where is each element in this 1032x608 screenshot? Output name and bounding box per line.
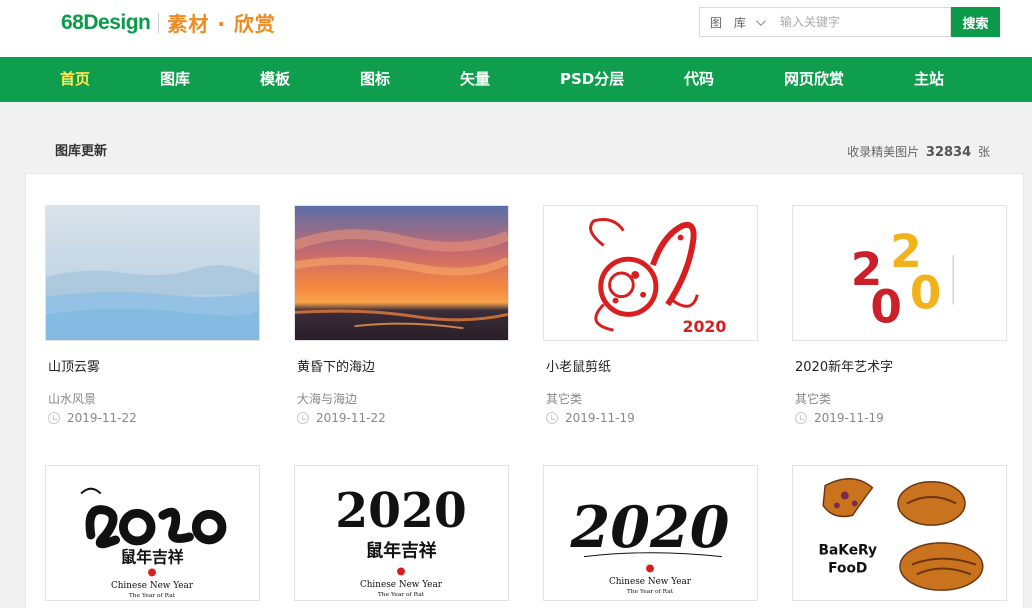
- section-title: 图库更新: [55, 144, 108, 159]
- logo-divider: [158, 12, 160, 33]
- clock-icon: [795, 412, 807, 424]
- count-value: 32834: [925, 145, 972, 160]
- card-title[interactable]: 小老鼠剪纸: [546, 356, 611, 375]
- clock-icon: [48, 412, 60, 424]
- search-category-label: 图 库: [710, 15, 750, 30]
- cny-text: Chinese New Year: [360, 580, 443, 590]
- card-date: 2019-11-19: [795, 411, 884, 425]
- nav-item-icons[interactable]: 图标: [360, 57, 390, 102]
- card-date-text: 2019-11-22: [316, 411, 386, 425]
- mountain-mist-photo[interactable]: [45, 205, 260, 341]
- nav-item-psd[interactable]: PSD分层: [560, 57, 624, 102]
- search-button[interactable]: 搜索: [951, 7, 1000, 37]
- year-2020-text: 2020: [335, 484, 467, 539]
- count-prefix: 收录精美图片: [847, 145, 920, 159]
- gallery-card[interactable]: 2020 小老鼠剪纸 其它类 2019-11-19: [543, 205, 758, 425]
- logo-main-text: 68Design: [61, 10, 151, 34]
- gallery-panel: 山顶云雾 山水风景 2019-11-22 黄昏下的海边 大海与海边 2019-1…: [25, 173, 1024, 608]
- chevron-down-icon: [755, 15, 766, 26]
- main-nav: 首页 图库 模板 图标 矢量 PSD分层 代码 网页欣赏 主站: [0, 57, 1032, 102]
- year-2020-text: 2020: [683, 317, 727, 336]
- nav-item-templates[interactable]: 模板: [260, 57, 290, 102]
- image-count: 收录精美图片 32834 张: [847, 143, 990, 160]
- bakery-text: BaKeRy: [818, 543, 877, 559]
- rat-papercut[interactable]: 2020: [543, 205, 758, 341]
- logo-sub-text: 素材 · 欣赏: [167, 12, 276, 36]
- year-of-rat-text: The Year of Rat: [129, 593, 176, 599]
- food-text: FooD: [828, 560, 867, 576]
- gallery-card[interactable]: 鼠年吉祥 Chinese New Year The Year of Rat: [45, 465, 260, 601]
- card-title[interactable]: 山顶云雾: [48, 356, 100, 375]
- clock-icon: [546, 412, 558, 424]
- blessing-text: 鼠年吉祥: [366, 540, 437, 562]
- site-header: 68Design 素材 · 欣赏 图 库 搜索: [0, 0, 1032, 57]
- nav-item-web-showcase[interactable]: 网页欣赏: [784, 57, 844, 102]
- clock-icon: [297, 412, 309, 424]
- rat-2020-calligraphy-1[interactable]: 鼠年吉祥 Chinese New Year The Year of Rat: [45, 465, 260, 601]
- card-category[interactable]: 大海与海边: [297, 390, 357, 407]
- card-title[interactable]: 2020新年艺术字: [795, 356, 893, 375]
- search-category-select[interactable]: 图 库: [700, 8, 770, 36]
- card-date: 2019-11-22: [297, 411, 386, 425]
- gallery-card[interactable]: 黄昏下的海边 大海与海边 2019-11-22: [294, 205, 509, 425]
- count-suffix: 张: [977, 145, 990, 159]
- site-logo[interactable]: 68Design 素材 · 欣赏: [61, 8, 276, 37]
- gallery-card[interactable]: 2020 鼠年吉祥 Chinese New Year The Year of R…: [294, 465, 509, 601]
- cny-text: Chinese New Year: [111, 581, 194, 591]
- nav-item-code[interactable]: 代码: [684, 57, 714, 102]
- 2020-art-text[interactable]: 2 2 0 0: [792, 205, 1007, 341]
- nav-item-vector[interactable]: 矢量: [460, 57, 490, 102]
- card-date-text: 2019-11-22: [67, 411, 137, 425]
- svg-text:0: 0: [910, 266, 942, 319]
- card-title[interactable]: 黄昏下的海边: [297, 356, 375, 375]
- year-2020-text: 2020: [570, 494, 730, 561]
- search-bar: 图 库 搜索: [699, 7, 1000, 37]
- card-category[interactable]: 其它类: [546, 390, 582, 407]
- gallery-card[interactable]: 山顶云雾 山水风景 2019-11-22: [45, 205, 260, 425]
- nav-item-gallery[interactable]: 图库: [160, 57, 190, 102]
- svg-text:0: 0: [870, 280, 902, 333]
- rat-2020-calligraphy-3[interactable]: 2020 Chinese New Year The Year of Rat: [543, 465, 758, 601]
- blessing-text: 鼠年吉祥: [121, 548, 184, 567]
- search-box: 图 库: [699, 7, 951, 37]
- sunset-sea-photo[interactable]: [294, 205, 509, 341]
- card-date-text: 2019-11-19: [565, 411, 635, 425]
- gallery-card[interactable]: 2020 Chinese New Year The Year of Rat: [543, 465, 758, 601]
- gallery-card[interactable]: BaKeRy FooD: [792, 465, 1007, 601]
- gallery-card[interactable]: 2 2 0 0 2020新年艺术字 其它类 2019-11-19: [792, 205, 1007, 425]
- card-date: 2019-11-19: [546, 411, 635, 425]
- bakery-food-illustration[interactable]: BaKeRy FooD: [792, 465, 1007, 601]
- card-category[interactable]: 其它类: [795, 390, 831, 407]
- card-date-text: 2019-11-19: [814, 411, 884, 425]
- card-date: 2019-11-22: [48, 411, 137, 425]
- search-input[interactable]: [770, 8, 950, 36]
- nav-item-home[interactable]: 首页: [60, 57, 90, 102]
- cny-text: Chinese New Year: [609, 577, 692, 587]
- year-of-rat-text: The Year of Rat: [378, 592, 425, 598]
- year-of-rat-text: The Year of Rat: [627, 589, 674, 595]
- card-category[interactable]: 山水风景: [48, 390, 96, 407]
- rat-2020-calligraphy-2[interactable]: 2020 鼠年吉祥 Chinese New Year The Year of R…: [294, 465, 509, 601]
- nav-item-main-site[interactable]: 主站: [914, 57, 944, 102]
